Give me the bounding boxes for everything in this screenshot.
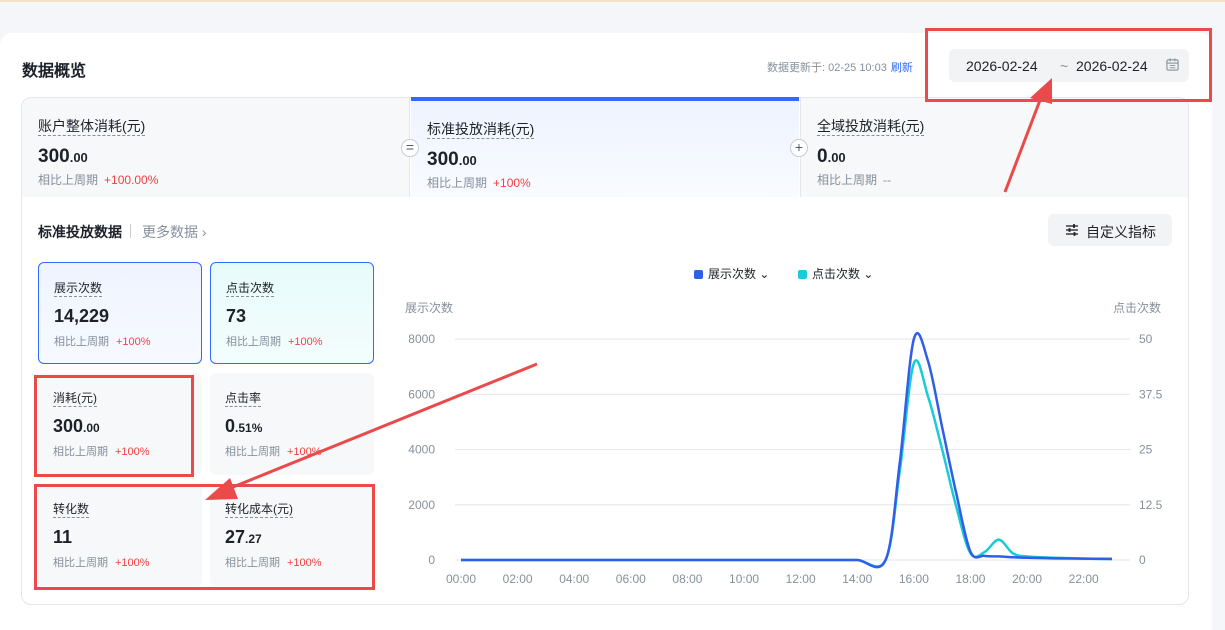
kpi-value: 14,229 xyxy=(54,306,110,326)
x-tick-label: 20:00 xyxy=(1012,572,1042,586)
x-tick-label: 08:00 xyxy=(672,572,702,586)
trend-chart: 展示次数 点击次数 8000 50 6000 37.5 4000 25 2000 12.5 0 0 00… xyxy=(405,300,1163,586)
y-right-tick-label: 50 xyxy=(1139,332,1153,346)
kpi-compare: 相比上周期 +100% xyxy=(225,446,322,458)
update-info: 数据更新于: 02-25 10:03 刷新 xyxy=(767,59,913,75)
kpi-compare: 相比上周期 +100% xyxy=(54,336,151,348)
kpi-card-clicks[interactable]: 点击次数 73 相比上周期 +100% xyxy=(210,262,374,364)
page-title: 数据概览 xyxy=(22,63,87,80)
kpi-card-cost[interactable]: 消耗(元) 300.00 相比上周期 +100% xyxy=(38,373,202,475)
y-right-tick-label: 0 xyxy=(1139,553,1146,567)
x-tick-label: 06:00 xyxy=(616,572,646,586)
kpi-card-conversion-cost[interactable]: 转化成本(元) 27.27 相比上周期 +100% xyxy=(210,484,374,586)
y-left-tick-label: 0 xyxy=(428,553,435,567)
custom-metrics-button[interactable]: 自定义指标 xyxy=(1048,214,1172,246)
section-divider xyxy=(130,224,131,238)
series-line-clicks xyxy=(460,359,1113,568)
kpi-label: 点击率 xyxy=(225,391,262,407)
kpi-compare: 相比上周期 +100% xyxy=(53,446,150,458)
date-separator: ~ xyxy=(1060,58,1069,74)
summary-card-total[interactable]: 账户整体消耗(元) 300.00 相比上周期 +100.00% xyxy=(22,98,410,197)
y-left-axis-label: 展示次数 xyxy=(405,300,453,315)
x-tick-label: 10:00 xyxy=(729,572,759,586)
y-right-tick-label: 12.5 xyxy=(1139,498,1163,512)
sliders-icon xyxy=(1066,224,1078,236)
more-data-link[interactable]: 更多数据 › xyxy=(142,222,207,242)
kpi-label: 点击次数 xyxy=(226,281,275,297)
y-left-tick-label: 8000 xyxy=(408,332,435,346)
x-tick-label: 00:00 xyxy=(446,572,476,586)
update-time: 02-25 10:03 xyxy=(828,62,887,74)
update-label: 数据更新于: xyxy=(767,62,826,74)
y-left-tick-label: 4000 xyxy=(408,443,435,457)
kpi-label: 转化数 xyxy=(53,502,90,518)
y-right-tick-label: 37.5 xyxy=(1139,387,1163,401)
x-tick-label: 16:00 xyxy=(899,572,929,586)
x-tick-label: 12:00 xyxy=(786,572,816,586)
equals-icon: = xyxy=(401,139,419,157)
kpi-card-impressions[interactable]: 展示次数 14,229 相比上周期 +100% xyxy=(38,262,202,364)
summary-value: 0.00 xyxy=(817,146,846,167)
summary-compare: 相比上周期 +100% xyxy=(427,176,531,190)
y-left-tick-label: 6000 xyxy=(408,387,435,401)
legend-swatch xyxy=(798,270,807,279)
kpi-card-ctr[interactable]: 点击率 0.51% 相比上周期 +100% xyxy=(210,373,374,475)
x-tick-label: 14:00 xyxy=(842,572,872,586)
y-right-axis-label: 点击次数 xyxy=(1113,300,1161,315)
legend-clicks[interactable]: 点击次数 ⌄ xyxy=(798,265,873,282)
summary-compare: 相比上周期 +100.00% xyxy=(38,173,159,187)
summary-label: 账户整体消耗(元) xyxy=(38,118,146,136)
plus-icon: + xyxy=(790,139,808,157)
chevron-down-icon: ⌄ xyxy=(863,267,874,281)
summary-card-standard[interactable]: 标准投放消耗(元) 300.00 相比上周期 +100% xyxy=(411,97,799,197)
kpi-value: 27.27 xyxy=(225,527,262,547)
summary-label: 标准投放消耗(元) xyxy=(427,121,535,139)
start-date[interactable]: 2026-02-24 xyxy=(966,58,1038,74)
x-tick-label: 22:00 xyxy=(1069,572,1099,586)
summary-value: 300.00 xyxy=(427,149,477,170)
summary-value: 300.00 xyxy=(38,146,88,167)
legend-impressions[interactable]: 展示次数 ⌄ xyxy=(694,265,769,282)
section-title: 标准投放数据 xyxy=(38,224,122,240)
kpi-label: 展示次数 xyxy=(54,281,103,297)
refresh-link[interactable]: 刷新 xyxy=(891,62,913,74)
kpi-value: 11 xyxy=(53,527,73,547)
chevron-down-icon: ⌄ xyxy=(759,267,770,281)
kpi-label: 转化成本(元) xyxy=(225,502,293,518)
summary-label: 全域投放消耗(元) xyxy=(817,118,925,136)
kpi-compare: 相比上周期 +100% xyxy=(226,336,323,348)
summary-card-global[interactable]: 全域投放消耗(元) 0.00 相比上周期 -- xyxy=(800,98,1188,197)
x-tick-label: 18:00 xyxy=(955,572,985,586)
custom-metrics-label: 自定义指标 xyxy=(1086,224,1156,240)
date-range-picker[interactable]: 2026-02-24 ~ 2026-02-24 xyxy=(949,49,1189,82)
chevron-right-icon: › xyxy=(201,224,207,240)
kpi-value: 300.00 xyxy=(53,416,100,436)
series-line-impressions xyxy=(460,331,1113,569)
kpi-label: 消耗(元) xyxy=(53,391,97,407)
kpi-compare: 相比上周期 +100% xyxy=(53,557,150,569)
legend-swatch xyxy=(694,270,703,279)
top-accent-line xyxy=(0,0,1225,2)
calendar-icon[interactable] xyxy=(1166,58,1179,71)
kpi-compare: 相比上周期 +100% xyxy=(225,557,322,569)
summary-compare: 相比上周期 -- xyxy=(817,173,892,187)
end-date[interactable]: 2026-02-24 xyxy=(1076,58,1148,74)
x-tick-label: 02:00 xyxy=(503,572,533,586)
kpi-card-conversions[interactable]: 转化数 11 相比上周期 +100% xyxy=(38,484,202,586)
kpi-value: 73 xyxy=(226,306,247,326)
kpi-value: 0.51% xyxy=(225,416,263,436)
x-tick-label: 04:00 xyxy=(559,572,589,586)
y-right-tick-label: 25 xyxy=(1139,443,1153,457)
y-left-tick-label: 2000 xyxy=(408,498,435,512)
